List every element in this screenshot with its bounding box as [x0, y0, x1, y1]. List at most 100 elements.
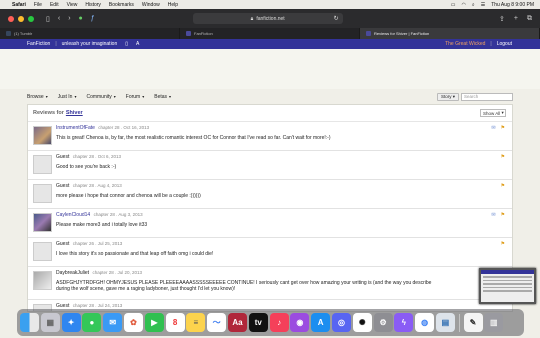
nav-forum[interactable]: Forum ▾: [126, 94, 144, 100]
close-window-icon[interactable]: [8, 15, 14, 22]
review-actions: ⚑: [501, 183, 505, 189]
tab-label: (1) Tumblr: [14, 31, 33, 36]
photos-icon[interactable]: ✿: [123, 313, 143, 332]
avatar[interactable]: [33, 126, 52, 145]
notes-icon[interactable]: ≡: [186, 313, 206, 332]
minimize-window-icon[interactable]: [18, 15, 24, 22]
menu-bookmarks[interactable]: Bookmarks: [109, 2, 134, 8]
window-controls: [8, 15, 34, 22]
review-text: I love this story it's so passionate and…: [56, 251, 214, 257]
reload-icon[interactable]: ↻: [334, 15, 339, 22]
new-tab-icon[interactable]: +: [514, 15, 518, 23]
messages-icon[interactable]: ●: [82, 313, 102, 332]
search-input[interactable]: Search: [461, 92, 513, 101]
menu-edit[interactable]: Edit: [50, 2, 59, 8]
menu-view[interactable]: View: [67, 2, 78, 8]
site-logo[interactable]: FanFiction: [27, 41, 50, 47]
facetime-icon[interactable]: ▶: [144, 313, 164, 332]
review-text: This is great! Chenoa is, by far, the mo…: [56, 135, 331, 141]
thumbnail-line: [483, 283, 532, 285]
control-center-icon[interactable]: ☰: [481, 2, 485, 8]
menu-history[interactable]: History: [85, 2, 101, 8]
thumbnail-line: [483, 286, 532, 288]
messenger-icon[interactable]: ϟ: [394, 313, 414, 332]
reply-icon[interactable]: ✉: [491, 125, 495, 131]
flag-icon[interactable]: ⚑: [501, 212, 505, 218]
chrome-icon[interactable]: ◍: [415, 313, 435, 332]
tab-reviews-shiver[interactable]: Reviews for Shiver | FanFiction: [360, 28, 540, 39]
wifi-icon[interactable]: ◠: [462, 2, 466, 8]
discord-icon[interactable]: ◎: [331, 313, 351, 332]
menu-window[interactable]: Window: [142, 2, 160, 8]
reviews-filter-select[interactable]: Show All ▾: [480, 109, 506, 117]
trash-icon[interactable]: ▥: [484, 313, 504, 332]
menubar-clock[interactable]: Thu Aug 8 9:00 PM: [491, 2, 534, 8]
menu-help[interactable]: Help: [168, 2, 178, 8]
mail-icon[interactable]: ✉: [103, 313, 123, 332]
flag-icon[interactable]: ⚑: [501, 183, 505, 189]
flag-icon[interactable]: ⚑: [501, 125, 505, 131]
menu-app-name[interactable]: Safari: [12, 2, 26, 8]
status-area: ▭ ◠ ⌕ ☰ Thu Aug 8 9:00 PM: [451, 2, 534, 8]
flag-icon[interactable]: ⚑: [501, 154, 505, 160]
search-spotlight-icon[interactable]: ⌕: [472, 2, 475, 8]
username-link[interactable]: The Great Wicked: [445, 41, 485, 47]
extension-icon[interactable]: ƒ: [91, 15, 95, 22]
podcasts-icon[interactable]: ◉: [290, 313, 310, 332]
appstore-icon[interactable]: A: [311, 313, 331, 332]
shield-icon[interactable]: ●: [79, 15, 83, 22]
chatgpt-icon[interactable]: ✺: [352, 313, 372, 332]
sidebar-toggle-icon[interactable]: ▯: [46, 15, 50, 23]
textedit-icon[interactable]: ✎: [463, 313, 483, 332]
launchpad-icon[interactable]: ▦: [40, 313, 60, 332]
lock-icon: 🔒︎: [250, 15, 254, 22]
battery-icon[interactable]: ▭: [451, 2, 456, 8]
nav-label: Forum: [125, 93, 141, 100]
finder-icon[interactable]: [20, 313, 39, 332]
nav-betas[interactable]: Betas ▾: [154, 94, 171, 100]
preview-icon[interactable]: ▤: [435, 313, 455, 332]
tumblr-favicon-icon: [6, 31, 11, 36]
chevron-down-icon: ▾: [113, 93, 116, 99]
forward-icon[interactable]: ›: [68, 15, 70, 22]
story-link[interactable]: Shiver: [66, 110, 83, 116]
reply-icon[interactable]: ✉: [491, 212, 495, 218]
reviewer-name[interactable]: CaylenCloud14: [56, 212, 90, 218]
tab-fanfiction[interactable]: FanFiction: [180, 28, 360, 39]
search-type-select[interactable]: Story ▾: [436, 92, 459, 101]
zoom-window-icon[interactable]: [28, 15, 34, 22]
dictionary-icon[interactable]: Aa: [227, 313, 247, 332]
freeform-icon[interactable]: 〜: [207, 313, 227, 332]
avatar[interactable]: [33, 213, 52, 232]
tab-tumblr[interactable]: (1) Tumblr: [0, 28, 180, 39]
music-icon[interactable]: ♪: [269, 313, 289, 332]
calendar-icon[interactable]: 8: [165, 313, 185, 332]
review-meta: chapter 28 . Oct 6, 2013: [72, 154, 122, 159]
settings-icon[interactable]: ⚙: [373, 313, 393, 332]
mobile-icon[interactable]: ▯: [125, 41, 128, 47]
appletv-icon[interactable]: tv: [248, 313, 268, 332]
avatar: [33, 271, 52, 290]
nav-just-in[interactable]: Just In ▾: [58, 94, 77, 100]
safari-icon[interactable]: ✦: [61, 313, 81, 332]
back-icon[interactable]: ‹: [58, 15, 60, 22]
avatar: [33, 155, 52, 174]
nav-community[interactable]: Community ▾: [86, 94, 115, 100]
flag-icon[interactable]: ⚑: [501, 241, 505, 247]
review-actions: ✉ ⚑: [491, 125, 505, 131]
chevron-down-icon: ▾: [169, 93, 172, 99]
header-divider: |: [55, 41, 57, 47]
reviewer-name[interactable]: InstrumentOfFate: [56, 125, 95, 131]
reviewer-name: Guest: [56, 154, 70, 160]
logout-link[interactable]: Logout: [497, 41, 512, 47]
address-bar[interactable]: 🔒︎ fanfiction.net ↻: [192, 13, 343, 24]
tab-overview-icon[interactable]: ⧉: [527, 15, 532, 23]
review-actions: ⚑: [501, 241, 505, 247]
share-icon[interactable]: ⇪: [499, 15, 505, 23]
ad-banner-area: [0, 49, 540, 89]
nav-browse[interactable]: Browse ▾: [27, 94, 48, 100]
review-item: InstrumentOfFate chapter 28 . Oct 16, 20…: [28, 122, 512, 151]
screenshot-thumbnail[interactable]: [479, 268, 536, 304]
font-size-icon[interactable]: A: [136, 41, 139, 47]
menu-file[interactable]: File: [34, 2, 42, 8]
